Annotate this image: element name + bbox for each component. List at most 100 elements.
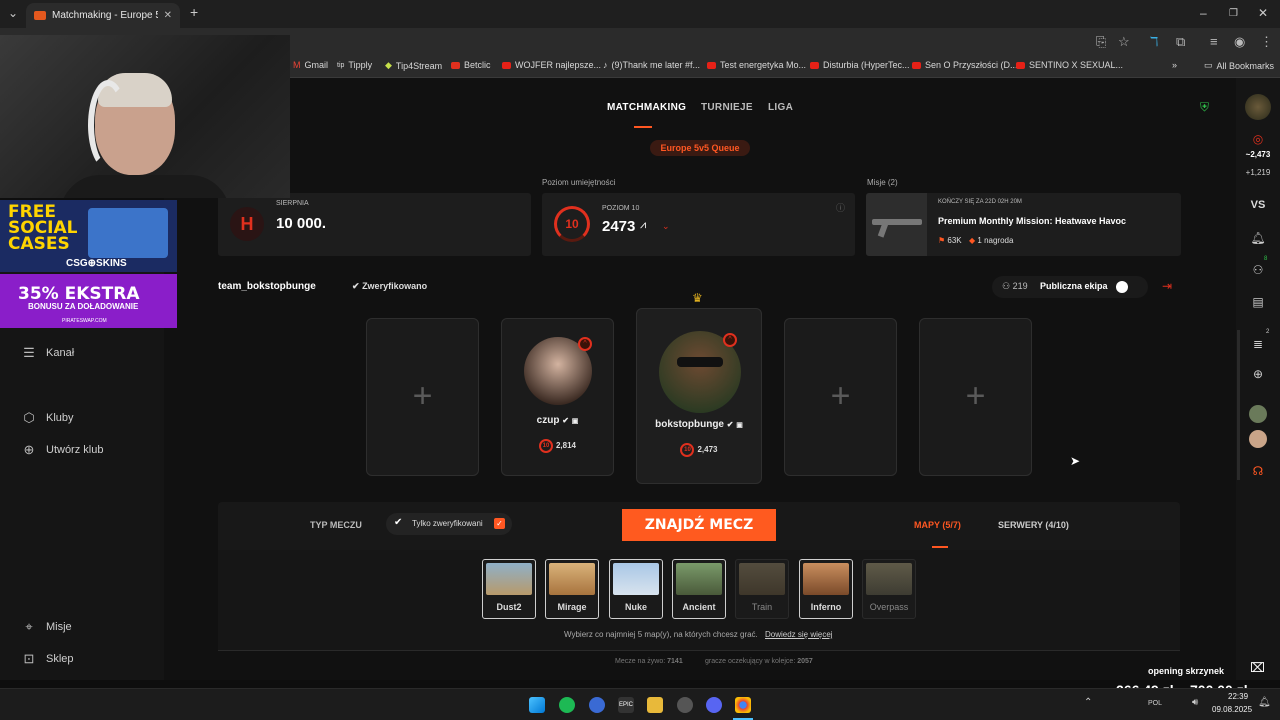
discord-icon[interactable] [706, 697, 722, 713]
file-explorer-icon[interactable] [647, 697, 663, 713]
clock-time[interactable]: 22:39 [1228, 692, 1248, 701]
epic-games-icon[interactable]: EPIC [618, 697, 634, 713]
minimize-icon[interactable]: – [1200, 6, 1207, 20]
bell-icon[interactable]: 🔔︎ [1236, 231, 1280, 245]
notification-bell-icon[interactable]: 🔔︎ [1258, 697, 1271, 708]
map-mirage[interactable]: Mirage [545, 559, 599, 619]
map-nuke[interactable]: Nuke [609, 559, 663, 619]
bookmark-item[interactable]: ◆ Tip4Stream [385, 60, 442, 71]
party-member-card[interactable]: ^ czup ✔ ▣ 10 2,814 [501, 318, 614, 476]
map-train[interactable]: Train [735, 559, 789, 619]
bookmark-item[interactable]: Sen O Przyszłości (D... [912, 60, 1018, 70]
friend-avatar[interactable] [1249, 405, 1267, 423]
map-ancient[interactable]: Ancient [672, 559, 726, 619]
chrome-icon[interactable] [735, 697, 751, 713]
steam-icon[interactable] [677, 697, 693, 713]
nav-item-sklep[interactable]: ⊡ Sklep [22, 651, 74, 667]
bookmark-item[interactable]: Betclic [451, 60, 491, 70]
translate-icon[interactable]: ⎘ [1096, 34, 1106, 50]
profile-icon[interactable]: ◉ [1234, 34, 1245, 50]
case-image [88, 208, 168, 258]
bookmark-item[interactable]: Test energetyka Mo... [707, 60, 806, 70]
tray-chevron-icon[interactable]: ⌃ [1084, 697, 1092, 708]
bookmarks-overflow-icon[interactable]: » [1172, 60, 1177, 70]
friend-avatar[interactable] [1249, 430, 1267, 448]
elo-level-icon: ◎ [1252, 132, 1264, 146]
nav-item-utworz-klub[interactable]: ⊕ Utwórz klub [22, 442, 104, 458]
find-match-button[interactable]: ZNAJDŹ MECZ [622, 509, 776, 541]
chevron-down-icon[interactable]: ⌄ [662, 221, 670, 232]
empty-party-slot[interactable]: + [366, 318, 479, 476]
queue-badge[interactable]: Europe 5v5 Queue [650, 140, 750, 156]
friends-icon[interactable]: ⚇ [1236, 263, 1280, 277]
volume-icon[interactable]: 🔊︎ [1192, 697, 1198, 708]
extensions-puzzle-icon[interactable]: ⧉ [1176, 34, 1185, 50]
sunglasses-icon [677, 357, 723, 367]
bookmark-item[interactable]: SENTINO X SEXUAL... [1016, 60, 1123, 70]
clock-date[interactable]: 09.08.2025 [1212, 705, 1252, 714]
media-icon[interactable]: ≡ [1210, 34, 1218, 49]
all-bookmarks[interactable]: ▭ All Bookmarks [1204, 60, 1274, 71]
learn-more-link[interactable]: Dowiedz się więcej [765, 630, 833, 639]
party-leader-card[interactable]: ^ bokstopbunge ✔ ▣ 10 2,473 [636, 308, 762, 484]
mouse-cursor: ➤ [1070, 454, 1081, 468]
party-icon[interactable]: ≣ [1236, 337, 1280, 351]
tab-servers[interactable]: SERWERY (4/10) [998, 520, 1069, 530]
map-inferno[interactable]: Inferno [799, 559, 853, 619]
ad-banner-pirateswap[interactable]: 35% EKSTRA BONUSU ZA DOŁADOWANIE PIRATES… [0, 274, 177, 328]
chat-icon[interactable]: ▤ [1236, 295, 1280, 309]
vs-button[interactable]: VS [1236, 199, 1280, 211]
spotify-icon[interactable] [559, 697, 575, 713]
tab-turnieje[interactable]: TURNIEJE [701, 102, 753, 113]
language-indicator[interactable]: POL [1148, 700, 1162, 707]
profile-avatar[interactable] [1245, 94, 1271, 120]
mission-weapon-image [866, 193, 927, 256]
bookmark-item[interactable]: tip Tipply [337, 60, 372, 70]
bookmark-item[interactable]: Disturbia (HyperTec... [810, 60, 910, 70]
youtube-icon: ▣ [736, 422, 743, 429]
public-party-toggle[interactable] [1116, 281, 1128, 293]
verified-check-icon: ✔ [726, 420, 734, 429]
shield-icon[interactable]: ⛨ [1200, 100, 1209, 115]
browser-tab[interactable]: Matchmaking - Europe 5v5 Qu ✕ [26, 3, 180, 28]
tab-matchmaking[interactable]: MATCHMAKING [607, 102, 686, 113]
headset-icon[interactable]: ☊ [1236, 464, 1280, 478]
ad-title: FREE SOCIAL CASES [8, 202, 78, 254]
tab-search-icon[interactable]: ⌄ [8, 6, 18, 20]
people-icon: ⚇ [1002, 281, 1011, 291]
player-elo: 10 2,473 [637, 443, 761, 457]
mission-card[interactable]: KOŃCZY SIĘ ZA 22D 02H 20M Premium Monthl… [866, 193, 1181, 256]
verified-only-checkbox[interactable]: ✓ [494, 518, 505, 529]
info-icon[interactable]: ⓘ [836, 201, 845, 214]
menu-kebab-icon[interactable]: ⋮ [1260, 34, 1273, 50]
empty-party-slot[interactable]: + [784, 318, 897, 476]
maximize-icon[interactable]: ❐ [1229, 8, 1238, 19]
app-icon[interactable] [589, 697, 605, 713]
tab-close-icon[interactable]: ✕ [164, 10, 172, 21]
map-overpass[interactable]: Overpass [862, 559, 916, 619]
windows-start-icon[interactable] [529, 697, 545, 713]
tab-maps[interactable]: MAPY (5/7) [914, 520, 961, 530]
nav-item-kluby[interactable]: ⬡ Kluby [22, 410, 73, 426]
tab-liga[interactable]: LIGA [768, 102, 793, 113]
leave-party-icon[interactable]: ⇥ [1162, 279, 1172, 293]
map-dust2[interactable]: Dust2 [482, 559, 536, 619]
nav-item-misje[interactable]: ⌖ Misje [22, 619, 71, 635]
add-circle-icon[interactable]: ⊕ [1236, 367, 1280, 381]
bookmark-item[interactable]: ♪ (9)Thank me later #f... [603, 60, 700, 70]
ad-banner-csgoskins[interactable]: FREE SOCIAL CASES CSG⊕SKINS [0, 200, 177, 272]
empty-party-slot[interactable]: + [919, 318, 1032, 476]
windows-taskbar: EPIC ⌃ POL 🔊︎ 22:39 09.08.2025 🔔︎ [0, 688, 1280, 720]
bookmark-item[interactable]: M Gmail [293, 60, 328, 70]
bookmark-item[interactable]: WOJFER najlepsze... [502, 60, 601, 70]
party-badge: 2 [1266, 329, 1270, 335]
verified-only-filter[interactable]: ✔ Tylko zweryfikowani ✓ [386, 513, 512, 535]
close-window-icon[interactable]: ✕ [1258, 6, 1268, 20]
sidebar-scrollbar[interactable] [1237, 330, 1240, 480]
active-tab-indicator [634, 126, 652, 128]
nav-item-kanal[interactable]: ☰ Kanał [22, 345, 74, 361]
new-tab-button[interactable]: + [190, 4, 198, 20]
extension-icon[interactable]: ℸ [1150, 34, 1158, 50]
ad-subline: BONUSU ZA DOŁADOWANIE [28, 302, 139, 311]
bookmark-star-icon[interactable]: ☆ [1118, 34, 1130, 50]
